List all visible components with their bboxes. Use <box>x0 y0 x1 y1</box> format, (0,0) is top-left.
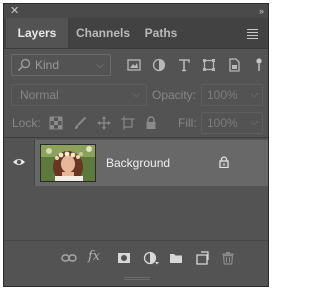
lock-all-icon[interactable] <box>144 116 158 130</box>
layer-mask-icon[interactable] <box>117 251 131 265</box>
delete-layer-icon[interactable] <box>221 251 235 265</box>
lock-transparent-pixels-icon[interactable] <box>49 116 63 130</box>
layers-panel: ✕ » Layers Channels Paths Kind ⌵ Normal … <box>3 3 269 287</box>
type-filter-icon[interactable] <box>177 58 191 72</box>
chevron-down-icon: ⌵ <box>96 60 104 71</box>
layer-thumbnail[interactable] <box>40 144 96 182</box>
chevron-down-icon: ⌵ <box>250 89 258 100</box>
tab-bar: Layers Channels Paths <box>4 18 268 49</box>
eye-icon <box>13 159 25 165</box>
chevron-down-icon: ⌵ <box>132 89 140 100</box>
tab-paths[interactable]: Paths <box>138 18 184 48</box>
new-layer-icon[interactable] <box>195 251 209 265</box>
opacity-label: Opacity: <box>152 88 197 102</box>
resize-grip[interactable] <box>124 277 150 281</box>
fill-value: 100% <box>207 116 238 130</box>
layers-footer: fx <box>4 240 268 275</box>
fill-label: Fill: <box>178 116 197 130</box>
fill-field[interactable]: 100% ⌵ <box>201 112 263 134</box>
image-filter-icon[interactable] <box>127 58 141 72</box>
chevron-down-icon: ⌵ <box>250 117 258 128</box>
layer-list: Background <box>4 138 268 238</box>
adjustment-filter-icon[interactable] <box>152 58 166 72</box>
visibility-toggle[interactable] <box>4 140 35 186</box>
smart-object-filter-icon[interactable] <box>227 58 241 72</box>
close-icon[interactable]: ✕ <box>10 4 19 18</box>
lock-artboard-icon[interactable] <box>121 116 135 130</box>
filter-toggle-icon[interactable] <box>256 58 262 72</box>
panel-title-strip: ✕ » <box>4 4 268 18</box>
fx-icon[interactable]: fx <box>88 249 100 264</box>
tab-channels[interactable]: Channels <box>68 18 138 48</box>
lock-position-icon[interactable] <box>97 116 111 130</box>
tab-layers[interactable]: Layers <box>6 18 68 48</box>
layer-name[interactable]: Background <box>106 140 170 186</box>
opacity-field[interactable]: 100% ⌵ <box>201 84 263 106</box>
layer-row-background[interactable]: Background <box>4 140 268 186</box>
filter-kind-label: Kind <box>35 58 60 72</box>
lock-image-pixels-icon[interactable] <box>73 116 87 130</box>
search-icon <box>17 58 31 72</box>
lock-icon <box>219 156 229 168</box>
opacity-value: 100% <box>207 88 238 102</box>
adjustment-layer-icon[interactable] <box>143 251 159 265</box>
shape-filter-icon[interactable] <box>202 58 216 72</box>
link-layers-icon[interactable] <box>61 251 77 265</box>
lock-label: Lock: <box>12 116 41 130</box>
filter-kind-dropdown[interactable]: Kind ⌵ <box>11 54 111 76</box>
new-group-icon[interactable] <box>169 251 183 265</box>
panel-menu-icon[interactable] <box>247 29 258 41</box>
collapse-panel-icon[interactable]: » <box>259 4 264 18</box>
blend-mode-dropdown[interactable]: Normal ⌵ <box>11 84 147 106</box>
blend-mode-value: Normal <box>20 88 59 102</box>
